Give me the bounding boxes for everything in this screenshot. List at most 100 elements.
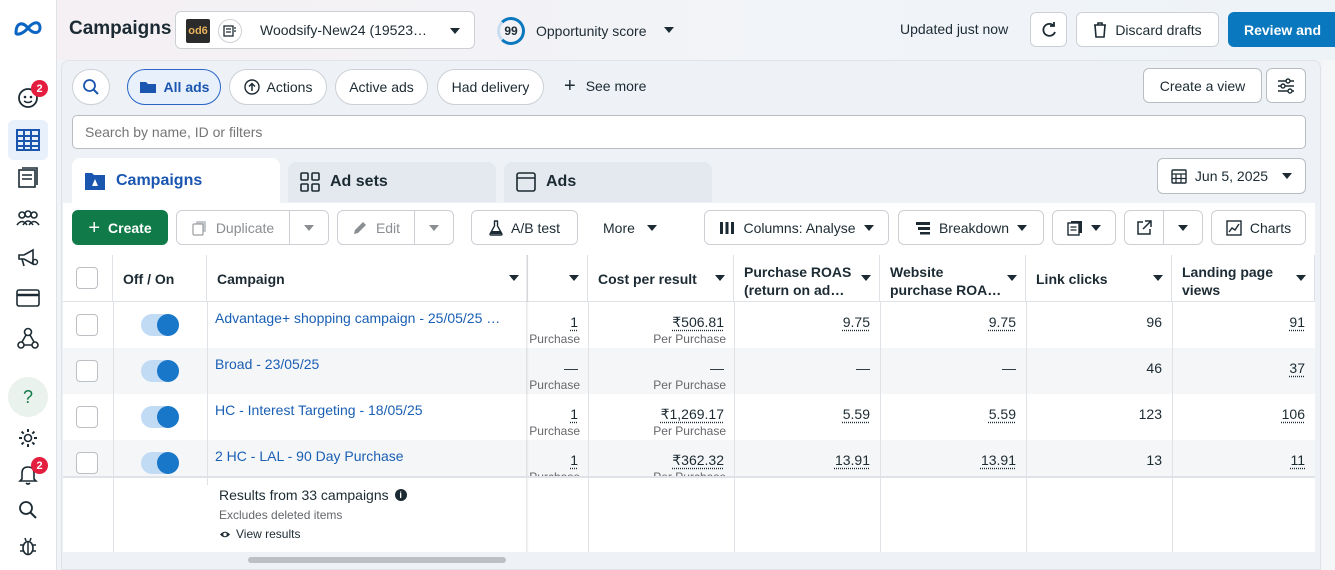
more-button[interactable]: More — [603, 220, 657, 236]
opportunity-score-label[interactable]: Opportunity score — [536, 23, 647, 39]
website-roas-value[interactable]: 9.75 — [989, 314, 1016, 330]
roas-value[interactable]: 9.75 — [843, 314, 870, 330]
review-and-publish-button[interactable]: Review and — [1228, 12, 1335, 47]
cost-cell: ₹362.32Per Purchase — [588, 440, 734, 476]
campaign-name-link[interactable]: 2 HC - LAL - 90 Day Purchase — [215, 448, 404, 464]
pages-icon[interactable] — [8, 158, 48, 198]
notifications-bell-icon[interactable]: 2 — [8, 455, 48, 495]
meta-logo-icon[interactable] — [8, 8, 48, 48]
filter-chip-actions[interactable]: Actions — [229, 69, 327, 105]
chevron-down-icon — [1091, 225, 1101, 231]
account-overview-icon[interactable]: 2 — [8, 78, 48, 118]
roas-cell: 13.91 — [734, 440, 880, 476]
tab-ad-sets[interactable]: Ad sets — [288, 162, 496, 202]
results-cell: 1 Purchase — [528, 394, 588, 440]
breakdown-button[interactable]: Breakdown — [898, 210, 1044, 245]
edit-dropdown[interactable] — [414, 210, 454, 245]
see-more-label: See more — [586, 78, 647, 94]
billing-card-icon[interactable] — [8, 278, 48, 318]
charts-button[interactable]: Charts — [1211, 210, 1306, 245]
results-value[interactable]: — — [564, 360, 578, 376]
chip-label: Had delivery — [452, 79, 530, 95]
chevron-down-icon — [450, 28, 460, 34]
search-toggle-button[interactable] — [72, 69, 110, 105]
flask-icon — [489, 220, 503, 236]
campaign-toggle[interactable] — [141, 452, 179, 474]
duplicate-dropdown[interactable] — [289, 210, 329, 245]
tab-campaigns[interactable]: Campaigns — [72, 158, 280, 203]
create-view-button[interactable]: Create a view — [1143, 68, 1262, 103]
website-roas-value[interactable]: 5.59 — [989, 406, 1016, 422]
columns-button[interactable]: Columns: Analyse — [704, 210, 889, 245]
tab-label: Campaigns — [116, 172, 202, 190]
table-row[interactable]: 2 HC - LAL - 90 Day Purchase1Purchase₹36… — [63, 440, 1315, 476]
account-selector[interactable]: od6 Woodsify-New24 (19523… — [175, 11, 475, 49]
reports-button[interactable] — [1052, 210, 1116, 245]
see-more-button[interactable]: + See more — [564, 78, 646, 94]
create-button[interactable]: + Create — [72, 210, 168, 245]
search-icon[interactable] — [8, 490, 48, 530]
roas-value[interactable]: 5.59 — [843, 406, 870, 422]
chevron-down-icon[interactable] — [664, 27, 674, 33]
bug-report-icon[interactable] — [8, 526, 48, 566]
opportunity-score-gauge[interactable]: 99 — [497, 17, 525, 45]
create-label: Create — [108, 220, 152, 236]
discard-drafts-button[interactable]: Discard drafts — [1076, 12, 1219, 47]
row-checkbox[interactable] — [76, 452, 98, 474]
cost-value[interactable]: ₹362.32 — [672, 452, 724, 469]
campaign-toggle[interactable] — [141, 406, 179, 428]
landing-page-views-value[interactable]: 37 — [1289, 360, 1305, 376]
cost-sub: Per Purchase — [653, 378, 726, 392]
landing-page-views-value[interactable]: 91 — [1289, 314, 1305, 330]
cost-value[interactable]: — — [710, 360, 724, 376]
info-icon[interactable]: i — [395, 489, 407, 501]
website-roas-value[interactable]: — — [1002, 360, 1016, 376]
help-icon[interactable]: ? — [8, 377, 48, 417]
table-row[interactable]: HC - Interest Targeting - 18/05/25 1 Purch… — [63, 394, 1315, 440]
link-clicks-value: 46 — [1146, 360, 1162, 376]
export-button[interactable] — [1124, 210, 1164, 245]
settings-gear-icon[interactable] — [8, 418, 48, 458]
edit-button[interactable]: Edit — [337, 210, 415, 245]
table-row[interactable]: Advantage+ shopping campaign - 25/05/25 … — [63, 302, 1315, 348]
refresh-button[interactable] — [1030, 12, 1067, 47]
campaigns-table-icon[interactable] — [8, 120, 48, 160]
campaign-toggle[interactable] — [141, 314, 179, 336]
date-range-picker[interactable]: Jun 5, 2025 — [1157, 158, 1306, 194]
results-value[interactable]: 1 — [570, 314, 578, 330]
filter-chip-had-delivery[interactable]: Had delivery — [437, 69, 544, 105]
filter-chip-all-ads[interactable]: All ads — [127, 69, 221, 105]
breakdown-label: Breakdown — [939, 220, 1009, 236]
results-value[interactable]: 1 — [570, 452, 578, 468]
horizontal-scrollbar[interactable] — [248, 557, 506, 563]
cost-sub: Per Purchase — [653, 424, 726, 438]
roas-value[interactable]: — — [856, 360, 870, 376]
ab-test-button[interactable]: A/B test — [471, 210, 578, 245]
cost-value[interactable]: ₹506.81 — [672, 314, 724, 331]
landing-page-views-value[interactable]: 11 — [1290, 452, 1305, 468]
landing-page-views-value[interactable]: 106 — [1282, 406, 1305, 422]
row-checkbox[interactable] — [76, 360, 98, 382]
view-results-link[interactable]: View results — [219, 527, 300, 541]
website-roas-value[interactable]: 13.91 — [981, 452, 1016, 468]
customize-filters-button[interactable] — [1266, 68, 1306, 103]
page-header: Campaigns od6 Woodsify-New24 (19523… 99 … — [57, 0, 1335, 60]
business-network-icon[interactable] — [8, 318, 48, 358]
campaign-name-link[interactable]: HC - Interest Targeting - 18/05/25 — [215, 402, 423, 418]
campaign-toggle[interactable] — [141, 360, 179, 382]
advertise-megaphone-icon[interactable] — [8, 238, 48, 278]
search-input[interactable] — [72, 115, 1306, 149]
roas-value[interactable]: 13.91 — [835, 452, 870, 468]
results-value[interactable]: 1 — [570, 406, 578, 422]
export-dropdown[interactable] — [1163, 210, 1203, 245]
duplicate-button[interactable]: Duplicate — [176, 210, 290, 245]
table-row[interactable]: Broad - 23/05/25— Purchase — Per Purchase — —… — [63, 348, 1315, 394]
cost-value[interactable]: ₹1,269.17 — [661, 406, 724, 423]
filter-chip-active-ads[interactable]: Active ads — [335, 69, 428, 105]
row-checkbox[interactable] — [76, 314, 98, 336]
audiences-icon[interactable] — [8, 198, 48, 238]
campaign-name-link[interactable]: Advantage+ shopping campaign - 25/05/25 … — [215, 310, 500, 326]
tab-ads[interactable]: Ads — [504, 162, 712, 202]
row-checkbox[interactable] — [76, 406, 98, 428]
campaign-name-link[interactable]: Broad - 23/05/25 — [215, 356, 319, 372]
